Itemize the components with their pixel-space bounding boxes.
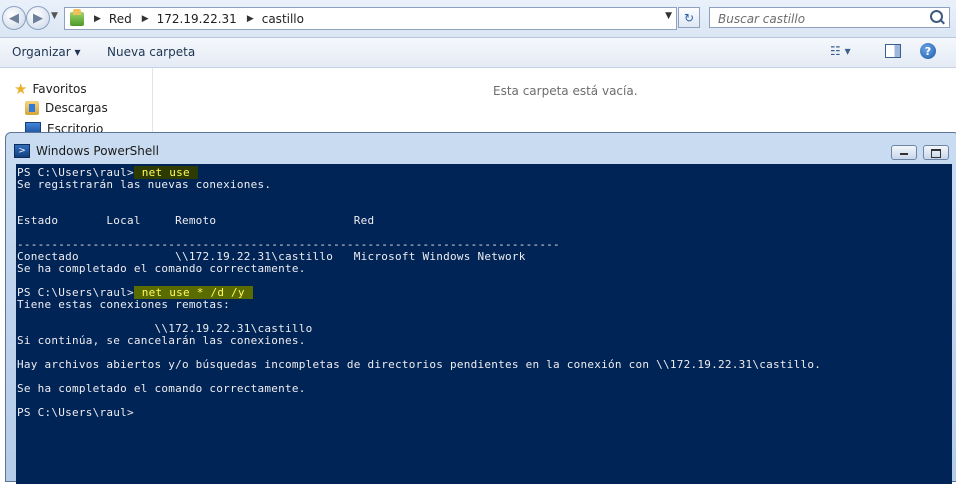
breadcrumb-folder[interactable]: castillo	[262, 12, 304, 26]
console-line: Se ha completado el comando correctament…	[17, 262, 306, 275]
forward-button[interactable]: ▶	[26, 6, 50, 30]
back-arrow-icon: ◀	[9, 10, 19, 26]
help-icon[interactable]: ?	[920, 43, 936, 59]
console-line: PS C:\Users\raul>	[17, 406, 134, 419]
refresh-icon: ↻	[683, 10, 695, 25]
address-bar: ◀ ▶ ▼ ▶ Red ▶ 172.19.22.31 ▶ castillo ▼ …	[0, 0, 956, 38]
window-title: Windows PowerShell	[36, 144, 159, 158]
change-view-icon[interactable]: ☷ ▾	[830, 44, 860, 60]
empty-folder-message: Esta carpeta está vacía.	[493, 84, 638, 98]
breadcrumb-chevron-icon[interactable]: ▶	[94, 14, 101, 24]
preview-pane-icon[interactable]	[885, 44, 901, 58]
organize-button[interactable]: Organizar ▾	[12, 45, 81, 59]
breadcrumb-chevron-icon[interactable]: ▶	[247, 14, 254, 24]
restore-button[interactable]	[923, 145, 949, 160]
powershell-window: > Windows PowerShell PS C:\Users\raul> n…	[5, 132, 956, 484]
search-icon[interactable]	[930, 10, 943, 23]
new-folder-button[interactable]: Nueva carpeta	[107, 45, 195, 59]
address-dropdown-icon[interactable]: ▼	[665, 11, 672, 21]
nav-favorites[interactable]: ★ Favoritos	[14, 80, 87, 98]
search-input[interactable]	[716, 9, 920, 28]
recent-pages-dropdown-icon[interactable]: ▼	[51, 11, 58, 21]
address-field[interactable]: ▶ Red ▶ 172.19.22.31 ▶ castillo ▼	[64, 7, 677, 30]
star-icon: ★	[14, 80, 28, 98]
console-line: Se registrarán las nuevas conexiones.	[17, 178, 272, 191]
downloads-folder-icon	[25, 101, 39, 115]
navigation-pane: ★ Favoritos Descargas Escritorio	[0, 68, 153, 138]
forward-arrow-icon: ▶	[33, 10, 43, 26]
nav-favorites-label: Favoritos	[32, 82, 87, 96]
breadcrumb-host[interactable]: 172.19.22.31	[157, 12, 237, 26]
network-folder-icon	[70, 8, 84, 26]
console-output[interactable]: PS C:\Users\raul> net use Se registrarán…	[16, 164, 952, 484]
powershell-icon: >	[14, 144, 30, 158]
console-line: Si continúa, se cancelarán las conexione…	[17, 334, 306, 347]
nav-downloads[interactable]: Descargas	[25, 101, 108, 115]
console-line: Estado Local Remoto Red	[17, 214, 375, 227]
console-line: Tiene estas conexiones remotas:	[17, 298, 231, 311]
back-button[interactable]: ◀	[2, 6, 26, 30]
console-line: Se ha completado el comando correctament…	[17, 382, 306, 395]
console-line: Hay archivos abiertos y/o búsquedas inco…	[17, 358, 822, 371]
breadcrumb-network[interactable]: Red	[109, 12, 132, 26]
minimize-button[interactable]	[891, 145, 917, 160]
search-box[interactable]	[709, 7, 950, 28]
breadcrumb-chevron-icon[interactable]: ▶	[142, 14, 149, 24]
refresh-button[interactable]: ↻	[678, 7, 700, 28]
command-bar: Organizar ▾ Nueva carpeta ☷ ▾ ?	[0, 38, 956, 68]
nav-downloads-label: Descargas	[45, 101, 108, 115]
file-list[interactable]: Esta carpeta está vacía.	[153, 68, 956, 138]
powershell-titlebar[interactable]: > Windows PowerShell	[6, 133, 956, 163]
